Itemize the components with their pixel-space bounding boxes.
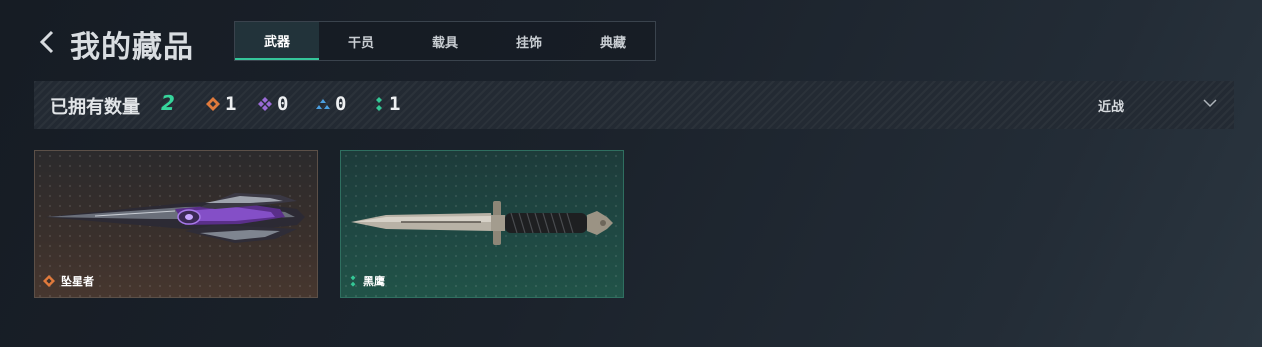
back-arrow-icon[interactable] bbox=[38, 30, 58, 54]
owned-count: 2 bbox=[161, 91, 175, 115]
owned-label: 已拥有数量 bbox=[50, 97, 140, 118]
item-card-black-hawk[interactable]: 黑鹰 bbox=[340, 150, 624, 298]
green-dots-icon bbox=[376, 97, 382, 111]
rarity-purple-count: 0 bbox=[258, 93, 288, 115]
tab-operators[interactable]: 干员 bbox=[319, 22, 403, 60]
tab-weapons[interactable]: 武器 bbox=[235, 22, 319, 60]
category-tabs: 武器 干员 载具 挂饰 典藏 bbox=[234, 21, 656, 61]
rarity-orange-count: 1 bbox=[206, 93, 236, 115]
rarity-count: 0 bbox=[277, 93, 289, 115]
melee-filter-dropdown[interactable]: 近战 bbox=[1084, 81, 1234, 129]
item-name: 坠星者 bbox=[61, 275, 94, 288]
blue-triangle-icon bbox=[316, 99, 330, 109]
rarity-green-count: 1 bbox=[374, 93, 400, 115]
rarity-blue-count: 0 bbox=[316, 93, 346, 115]
rarity-count: 1 bbox=[389, 93, 401, 115]
item-card-falling-star[interactable]: 坠星者 bbox=[34, 150, 318, 298]
tab-vehicles[interactable]: 载具 bbox=[403, 22, 487, 60]
rarity-count: 1 bbox=[225, 93, 237, 115]
tab-charms[interactable]: 挂饰 bbox=[487, 22, 571, 60]
purple-diamond-icon bbox=[258, 97, 272, 111]
filter-selected-label: 近战 bbox=[1098, 100, 1125, 115]
summary-bar: 已拥有数量 2 1 0 0 1 近战 bbox=[34, 81, 1234, 129]
item-label: 黑鹰 bbox=[349, 273, 385, 289]
orange-diamond-icon bbox=[206, 97, 220, 111]
rarity-count: 0 bbox=[335, 93, 347, 115]
chevron-down-icon bbox=[1203, 99, 1217, 108]
item-label: 坠星者 bbox=[43, 273, 94, 289]
item-name: 黑鹰 bbox=[363, 275, 385, 288]
orange-diamond-icon bbox=[43, 275, 55, 287]
green-dots-icon bbox=[350, 275, 356, 287]
page-title: 我的藏品 bbox=[70, 30, 194, 65]
tab-collection[interactable]: 典藏 bbox=[571, 22, 655, 60]
